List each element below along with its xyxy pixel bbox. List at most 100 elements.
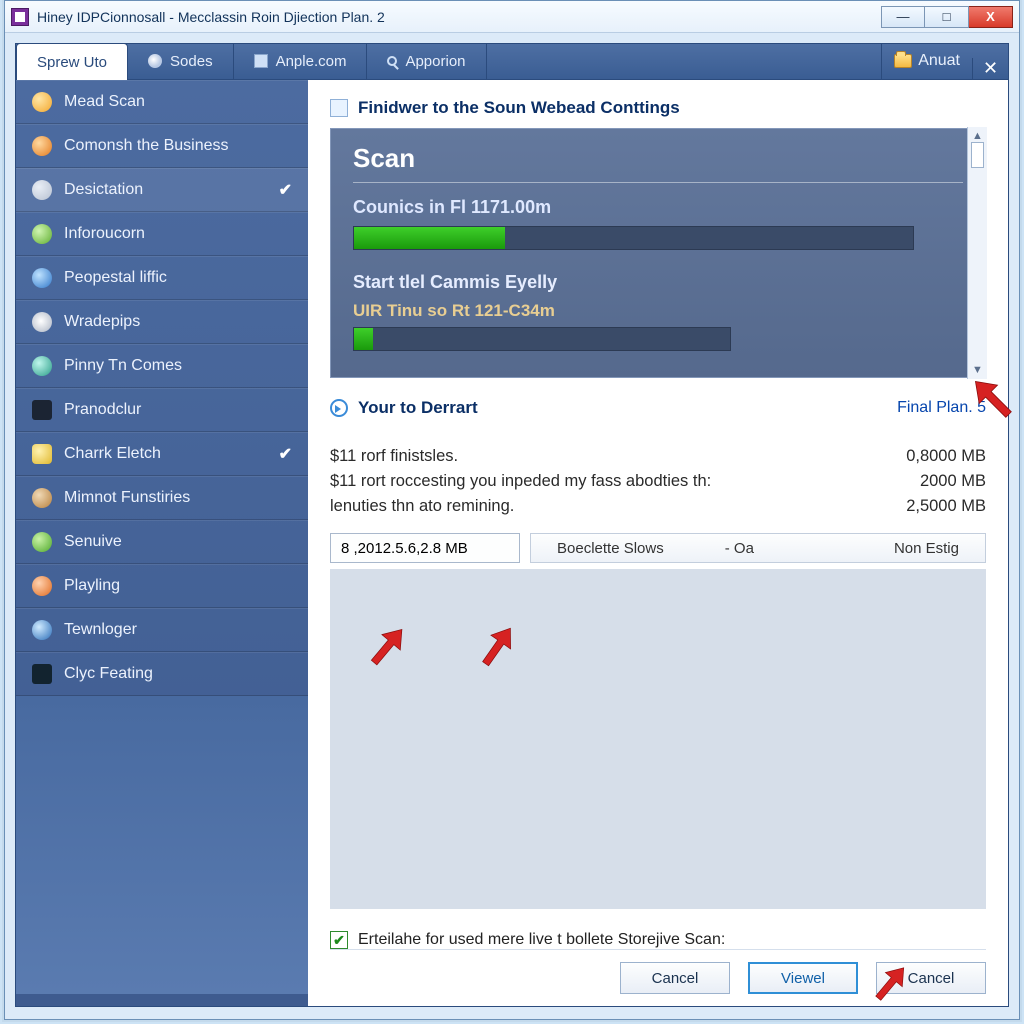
sidebar-item-clycfeating[interactable]: Clyc Feating — [16, 652, 308, 696]
search-icon — [387, 56, 397, 66]
tab-apporion[interactable]: Apporion — [367, 43, 486, 79]
checkbox-row: ✔ Erteilahe for used mere live t bollete… — [330, 931, 986, 949]
sidebar-item-label: Playling — [64, 577, 120, 595]
sidebar-item-mimnot[interactable]: Mimnot Funstiries — [16, 476, 308, 520]
tab-sprew-uto[interactable]: Sprew Uto — [16, 43, 128, 80]
chrome-body: Sprew Uto Sodes Anple.com Apporion Anuat… — [5, 33, 1019, 1019]
box-icon — [32, 444, 52, 464]
person-icon — [32, 620, 52, 640]
detail-row: lenuties thn ato remining. 2,5000 MB — [330, 494, 986, 519]
ring-icon — [32, 312, 52, 332]
tabstrip: Sprew Uto Sodes Anple.com Apporion Anuat… — [15, 43, 1009, 79]
sidebar-item-label: Mead Scan — [64, 93, 145, 111]
scan-subhead-2: Start tlel Cammis Eyelly — [353, 272, 963, 293]
combo-label: Boeclette Slows — [557, 540, 664, 557]
scan-subhead-1: Counics in Fl 1171.00m — [353, 197, 963, 218]
size-field[interactable]: 8 ,2012.5.6,2.8 MB — [330, 533, 520, 563]
final-plan-link[interactable]: Final Plan. 5 — [897, 399, 986, 417]
checkbox[interactable]: ✔ — [330, 931, 348, 949]
detail-label: $11 rorf finistsles. — [330, 447, 458, 466]
check-icon: ✔ — [279, 444, 292, 464]
sidebar-item-pinny[interactable]: Pinny Tn Comes — [16, 344, 308, 388]
sidebar-item-peopestal[interactable]: Peopestal liffic — [16, 256, 308, 300]
sidebar-item-label: Senuive — [64, 533, 122, 551]
section-header-2: Your to Derrart Final Plan. 5 — [330, 398, 986, 418]
scan-subline-2: UIR Tinu so Rt 121-C34m — [353, 301, 963, 321]
sidebar-item-playling[interactable]: Playling — [16, 564, 308, 608]
titlebar: Hiney IDPCionnosall - Mecclassin Roin Dj… — [5, 1, 1019, 33]
sidebar-item-charrk[interactable]: Charrk Eletch ✔ — [16, 432, 308, 476]
controls-row: 8 ,2012.5.6,2.8 MB Boeclette Slows - Oa … — [330, 533, 986, 563]
app-icon — [11, 8, 29, 26]
sidebar-item-label: Pinny Tn Comes — [64, 357, 182, 375]
cancel-button[interactable]: Cancel — [620, 962, 730, 994]
window-controls: — □ X — [881, 6, 1013, 28]
section-title: Your to Derrart — [358, 398, 478, 418]
sidebar: Mead Scan Comonsh the Business Desictati… — [16, 80, 308, 1006]
maximize-button[interactable]: □ — [925, 6, 969, 28]
progress-fill-2 — [354, 328, 373, 350]
detail-value: 2000 MB — [920, 472, 986, 491]
section-title: Finidwer to the Soun Webead Conttings — [358, 98, 680, 118]
sidebar-item-inforoucorn[interactable]: Inforoucorn — [16, 212, 308, 256]
footer: Cancel Viewel Cancel — [330, 949, 986, 994]
pin-icon — [148, 54, 162, 68]
detail-row: $11 rort roccesting you inpeded my fass … — [330, 469, 986, 494]
mode-combo[interactable]: Boeclette Slows - Oa Non Estig — [530, 533, 986, 563]
sidebar-item-tewnloger[interactable]: Tewnloger — [16, 608, 308, 652]
sidebar-item-mead-scan[interactable]: Mead Scan — [16, 80, 308, 124]
tab-sodes[interactable]: Sodes — [128, 43, 234, 79]
globe-icon — [32, 92, 52, 112]
sidebar-item-label: Peopestal liffic — [64, 269, 167, 287]
sidebar-item-comonsh[interactable]: Comonsh the Business — [16, 124, 308, 168]
scroll-thumb[interactable] — [971, 142, 984, 168]
progress-fill-1 — [354, 227, 505, 249]
tab-label: Anple.com — [276, 53, 347, 70]
window-title: Hiney IDPCionnosall - Mecclassin Roin Dj… — [37, 9, 385, 25]
tabstrip-close-button[interactable]: ✕ — [972, 58, 1008, 79]
refresh-icon — [330, 399, 348, 417]
anuat-button[interactable]: Anuat — [881, 43, 972, 79]
view-button[interactable]: Viewel — [748, 962, 858, 994]
sidebar-item-desictation[interactable]: Desictation ✔ — [16, 168, 308, 212]
detail-label: $11 rort roccesting you inpeded my fass … — [330, 472, 711, 491]
progress-bar-2 — [353, 327, 731, 351]
house-icon — [32, 268, 52, 288]
minimize-button[interactable]: — — [881, 6, 925, 28]
leaf-icon — [32, 532, 52, 552]
detail-label: lenuties thn ato remining. — [330, 497, 514, 516]
bug-icon — [32, 180, 52, 200]
detail-value: 0,8000 MB — [906, 447, 986, 466]
scroll-up-icon[interactable]: ▲ — [972, 130, 983, 142]
anuat-label: Anuat — [918, 52, 960, 70]
app-body: Mead Scan Comonsh the Business Desictati… — [15, 79, 1009, 1007]
tab-anple[interactable]: Anple.com — [234, 43, 368, 79]
hammer-icon — [32, 488, 52, 508]
tab-label: Apporion — [405, 53, 465, 70]
close-button[interactable]: X — [969, 6, 1013, 28]
scroll-down-icon[interactable]: ▼ — [972, 364, 983, 376]
scrollbar[interactable]: ▲ ▼ — [967, 127, 987, 379]
sheet-icon — [254, 54, 268, 68]
sidebar-item-label: Wradepips — [64, 313, 140, 331]
tab-label: Sprew Uto — [37, 54, 107, 71]
cancel-button-2[interactable]: Cancel — [876, 962, 986, 994]
sidebar-item-wradepips[interactable]: Wradepips — [16, 300, 308, 344]
sidebar-item-pranodclur[interactable]: Pranodclur — [16, 388, 308, 432]
sidebar-item-label: Tewnloger — [64, 621, 137, 639]
details-list: $11 rorf finistsles. 0,8000 MB $11 rort … — [330, 444, 986, 519]
sidebar-item-label: Clyc Feating — [64, 665, 153, 683]
sprout-icon — [32, 224, 52, 244]
sidebar-item-label: Inforoucorn — [64, 225, 145, 243]
tab-label: Sodes — [170, 53, 213, 70]
sidebar-item-senuive[interactable]: Senuive — [16, 520, 308, 564]
button-label: Cancel — [908, 970, 955, 987]
check-icon: ✔ — [279, 180, 292, 200]
gem-icon — [32, 356, 52, 376]
section-header-1: Finidwer to the Soun Webead Conttings — [330, 98, 986, 118]
detail-row: $11 rorf finistsles. 0,8000 MB — [330, 444, 986, 469]
progress-bar-1 — [353, 226, 914, 250]
sidebar-item-label: Pranodclur — [64, 401, 141, 419]
sidebar-item-label: Mimnot Funstiries — [64, 489, 190, 507]
sidebar-item-label: Desictation — [64, 181, 143, 199]
